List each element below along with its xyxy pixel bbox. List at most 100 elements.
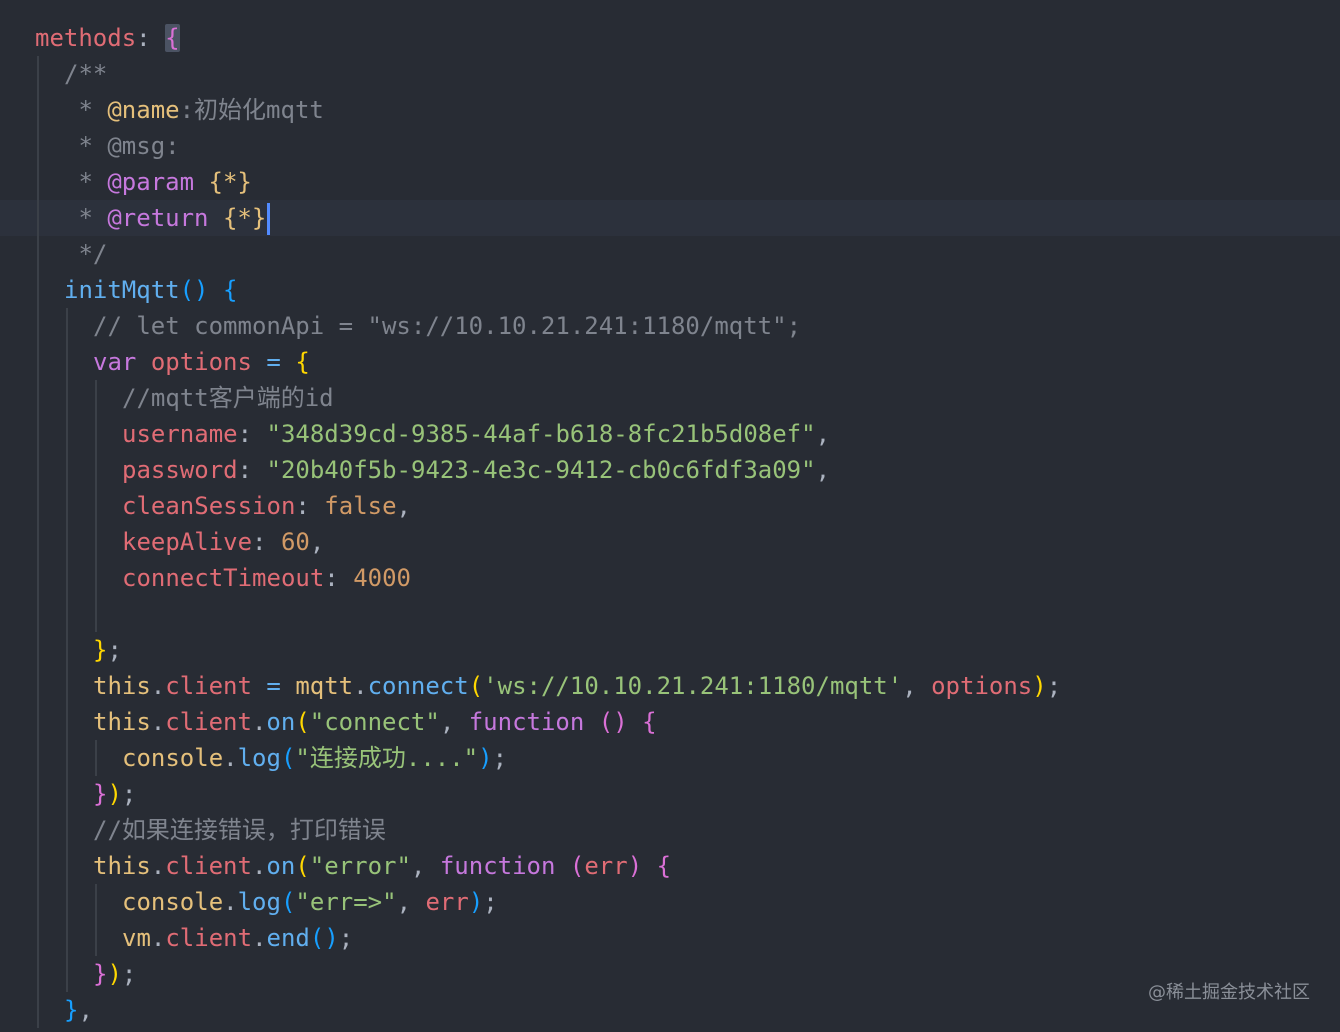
code-token: this — [93, 708, 151, 736]
indent-guide — [37, 560, 39, 596]
indent-guide — [37, 200, 39, 236]
code-line[interactable]: }); — [0, 956, 1340, 992]
code-line[interactable]: this.client.on("connect", function () { — [0, 704, 1340, 740]
indent-guide — [95, 560, 97, 596]
code-line[interactable]: * @msg: — [0, 128, 1340, 164]
code-token: ) — [627, 852, 643, 880]
code-token: * — [64, 96, 108, 124]
indent-guide — [66, 596, 68, 632]
code-text: var options = { — [93, 344, 310, 380]
code-token: "连接成功...." — [295, 744, 479, 772]
code-text: }); — [93, 956, 136, 992]
code-line[interactable]: vm.client.end(); — [0, 920, 1340, 956]
indent-guide — [37, 56, 39, 92]
code-line[interactable]: * @param {*} — [0, 164, 1340, 200]
code-token: { — [642, 708, 657, 736]
indent-guide — [37, 956, 39, 992]
code-token: options — [150, 348, 252, 376]
indent-guide — [66, 920, 68, 956]
code-line[interactable] — [0, 596, 1340, 632]
code-token: @return — [107, 204, 209, 232]
code-line[interactable]: * @return {*} — [0, 200, 1340, 236]
indent-guide — [37, 920, 39, 956]
code-token: options — [931, 672, 1033, 700]
code-text: console.log("连接成功...."); — [122, 740, 507, 776]
code-line[interactable]: /** — [0, 56, 1340, 92]
code-token: ( — [280, 744, 296, 772]
code-line[interactable]: */ — [0, 236, 1340, 272]
code-token: ) — [468, 888, 484, 916]
code-text: username: "348d39cd-9385-44af-b618-8fc21… — [122, 416, 830, 452]
indent-guide — [37, 488, 39, 524]
code-token: "error" — [309, 852, 411, 880]
indent-guide — [37, 596, 39, 632]
code-line[interactable]: methods: { — [0, 20, 1340, 56]
code-line[interactable]: connectTimeout: 4000 — [0, 560, 1340, 596]
code-line[interactable]: //mqtt客户端的id — [0, 380, 1340, 416]
code-token: : — [237, 456, 267, 484]
code-line[interactable]: this.client.on("error", function (err) { — [0, 848, 1340, 884]
code-token: console — [122, 888, 224, 916]
code-token: "20b40f5b-9423-4e3c-9412-cb0c6fdf3a09" — [266, 456, 816, 484]
indent-guide — [95, 596, 97, 632]
code-line[interactable]: password: "20b40f5b-9423-4e3c-9412-cb0c6… — [0, 452, 1340, 488]
code-token: 'ws://10.10.21.241:1180/mqtt' — [483, 672, 903, 700]
indent-guide — [66, 560, 68, 596]
code-text: this.client.on("error", function (err) { — [93, 848, 671, 884]
code-text: this.client.on("connect", function () { — [93, 704, 657, 740]
code-token: * — [64, 168, 108, 196]
code-token: // let commonApi = "ws://10.10.21.241:11… — [93, 312, 802, 340]
code-line[interactable]: console.log("连接成功...."); — [0, 740, 1340, 776]
code-line[interactable]: keepAlive: 60, — [0, 524, 1340, 560]
code-text: * @return {*} — [64, 200, 271, 236]
indent-guide — [95, 884, 97, 920]
code-line[interactable]: this.client = mqtt.connect('ws://10.10.2… — [0, 668, 1340, 704]
indent-guide — [66, 812, 68, 848]
indent-guide — [66, 632, 68, 668]
indent-guide — [37, 128, 39, 164]
code-token: "348d39cd-9385-44af-b618-8fc21b5d08ef" — [266, 420, 816, 448]
indent-guide — [37, 704, 39, 740]
indent-guide — [66, 380, 68, 416]
indent-guide — [37, 524, 39, 560]
code-token: () — [309, 924, 339, 952]
indent-guide — [37, 92, 39, 128]
code-line[interactable]: var options = { — [0, 344, 1340, 380]
indent-guide — [66, 848, 68, 884]
code-token: @param — [107, 168, 195, 196]
code-line[interactable]: initMqtt() { — [0, 272, 1340, 308]
code-token: = — [266, 672, 281, 700]
code-line[interactable]: // let commonApi = "ws://10.10.21.241:11… — [0, 308, 1340, 344]
code-line[interactable]: username: "348d39cd-9385-44af-b618-8fc21… — [0, 416, 1340, 452]
code-line[interactable]: console.log("err=>", err); — [0, 884, 1340, 920]
code-token: keepAlive — [122, 528, 253, 556]
code-token: var — [93, 348, 137, 376]
code-line[interactable]: }, — [0, 992, 1340, 1028]
code-token: , — [78, 996, 93, 1024]
code-token: log — [237, 888, 281, 916]
indent-guide — [66, 956, 68, 992]
code-line[interactable]: cleanSession: false, — [0, 488, 1340, 524]
code-line[interactable]: * @name:初始化mqtt — [0, 92, 1340, 128]
indent-guide — [37, 236, 39, 272]
code-editor[interactable]: methods: {/** * @name:初始化mqtt * @msg: * … — [0, 0, 1340, 1032]
code-token: cleanSession — [122, 492, 296, 520]
code-token: * @msg: — [64, 132, 180, 160]
indent-guide — [37, 452, 39, 488]
code-token: 60 — [280, 528, 310, 556]
code-token: this — [93, 852, 151, 880]
code-line[interactable]: }); — [0, 776, 1340, 812]
code-token: ) — [107, 960, 122, 988]
code-token: log — [237, 744, 281, 772]
indent-guide — [95, 416, 97, 452]
code-token: ; — [492, 744, 508, 772]
code-token: ; — [483, 888, 498, 916]
code-line[interactable]: //如果连接错误，打印错误 — [0, 812, 1340, 848]
code-line[interactable]: }; — [0, 632, 1340, 668]
indent-guide — [37, 848, 39, 884]
